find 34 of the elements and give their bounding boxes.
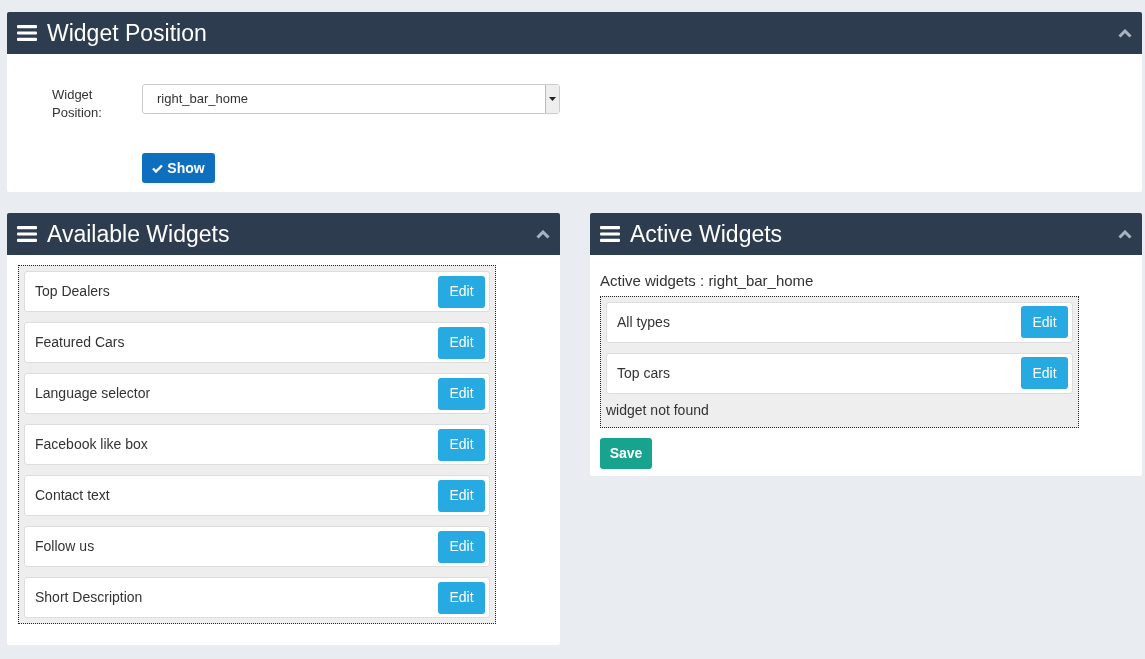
active-widgets-heading: Active widgets : right_bar_home: [600, 271, 815, 291]
edit-button[interactable]: Edit: [438, 377, 485, 410]
save-button[interactable]: Save: [600, 437, 652, 469]
widget-name: Follow us: [35, 537, 96, 556]
menu-icon[interactable]: [17, 226, 37, 242]
widget-name: Top cars: [617, 363, 671, 383]
edit-button[interactable]: Edit: [438, 428, 485, 461]
widget-name: Facebook like box: [35, 435, 149, 454]
edit-button[interactable]: Edit: [1021, 357, 1068, 389]
widget-name: Featured Cars: [35, 333, 126, 352]
collapse-chevron-icon[interactable]: [536, 229, 550, 239]
panel-title: Active Widgets: [630, 219, 784, 249]
collapse-chevron-icon[interactable]: [1118, 229, 1132, 239]
panel-title: Available Widgets: [47, 219, 231, 249]
edit-button[interactable]: Edit: [438, 326, 485, 359]
show-button[interactable]: Show: [142, 153, 215, 183]
widget-name: Contact text: [35, 486, 111, 505]
edit-button[interactable]: Edit: [438, 275, 485, 308]
checkmark-icon: [152, 163, 164, 173]
menu-icon[interactable]: [600, 226, 620, 242]
position-select[interactable]: right_bar_home: [142, 84, 560, 114]
empty-message: widget not found: [606, 400, 710, 420]
widget-name: Short Description: [35, 588, 144, 607]
collapse-chevron-icon[interactable]: [1118, 28, 1132, 38]
panel-title: Widget Position: [47, 18, 208, 48]
edit-button[interactable]: Edit: [438, 581, 485, 614]
widget-name: Top Dealers: [35, 282, 111, 301]
field-label: Widget Position:: [52, 86, 103, 122]
widget-name: Language selector: [35, 384, 152, 403]
widget-name: All types: [617, 312, 671, 332]
menu-icon[interactable]: [17, 25, 37, 41]
edit-button[interactable]: Edit: [1021, 306, 1068, 338]
edit-button[interactable]: Edit: [438, 530, 485, 563]
edit-button[interactable]: Edit: [438, 479, 485, 512]
